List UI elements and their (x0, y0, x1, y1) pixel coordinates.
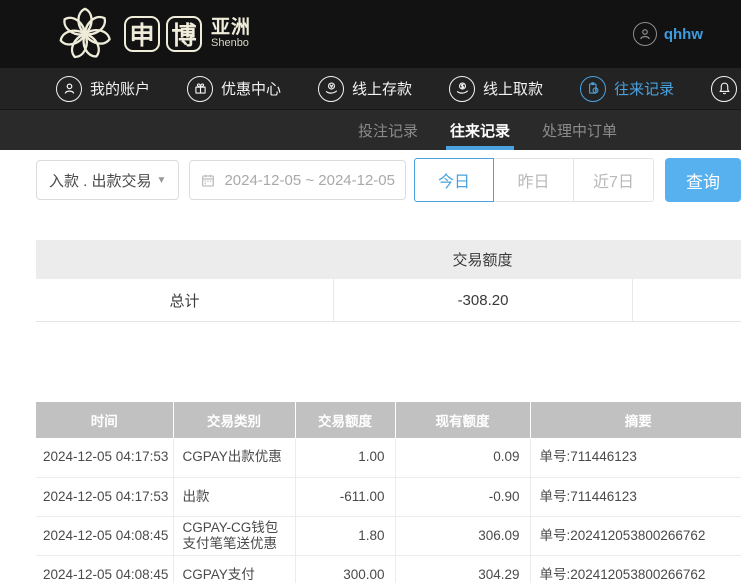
transactions-table: 时间 交易类别 交易额度 现有额度 摘要 2024-12-05 04:17:53… (36, 402, 741, 583)
col-header-summary: 摘要 (530, 402, 741, 438)
cell-amount: 1.80 (295, 516, 396, 556)
cell-type: CGPAY出款优惠 (173, 438, 296, 478)
logo-char-shen: 申 (124, 16, 160, 52)
nav-label: 线上取款 (483, 81, 544, 98)
page-content: 入款 . 出款交易 ▼ 2024-12-05 ~ 2024-12-05 今日 昨… (0, 158, 741, 583)
cell-summary: 单号:711446123 (530, 438, 741, 478)
bell-icon (711, 75, 738, 102)
username-text[interactable]: qhhw (664, 26, 703, 43)
main-navigation-bar: 我的账户 优惠中心 线上存款 线上取款 往来记录 (0, 68, 741, 109)
nav-item-online-deposit[interactable]: 线上存款 (318, 75, 413, 102)
logo-char-bo: 博 (166, 16, 202, 52)
yesterday-button[interactable]: 昨日 (494, 158, 574, 202)
query-button[interactable]: 查询 (665, 158, 741, 202)
cell-type: CGPAY-CG钱包支付笔笔送优惠 (173, 516, 296, 556)
transaction-type-select[interactable]: 入款 . 出款交易 ▼ (36, 160, 180, 200)
tab-processing-orders[interactable]: 处理中订单 (542, 110, 617, 150)
last7days-button[interactable]: 近7日 (574, 158, 654, 202)
col-header-time: 时间 (36, 402, 174, 438)
nav-item-promotions[interactable]: 优惠中心 (187, 75, 282, 102)
transaction-type-value: 入款 . 出款交易 (49, 172, 152, 190)
summary-header-amount-label: 交易额度 (452, 252, 513, 269)
cell-type: 出款 (173, 477, 296, 517)
account-icon (56, 75, 82, 102)
chevron-down-icon: ▼ (156, 174, 167, 186)
tab-transaction-records[interactable]: 往来记录 (446, 110, 515, 150)
col-header-type: 交易类别 (173, 402, 296, 438)
cell-balance: -0.90 (395, 477, 531, 517)
cell-type: CGPAY支付 (173, 555, 296, 583)
calendar-icon (202, 174, 215, 187)
summary-empty-cell (632, 279, 741, 321)
user-avatar-icon (632, 22, 657, 46)
cell-time: 2024-12-05 04:08:45 (36, 516, 174, 556)
cell-time: 2024-12-05 04:08:45 (36, 555, 174, 583)
col-header-amount: 交易额度 (295, 402, 396, 438)
cell-time: 2024-12-05 04:17:53 (36, 477, 174, 517)
logo-subtitle-text: Shenbo (211, 37, 249, 50)
nav-label: 我的账户 (90, 81, 151, 98)
nav-item-transaction-records[interactable]: 往来记录 (580, 75, 675, 102)
deposit-icon (318, 75, 345, 102)
table-header-row: 时间 交易类别 交易额度 现有额度 摘要 (36, 402, 741, 438)
nav-item-online-withdraw[interactable]: 线上取款 (449, 75, 544, 102)
cell-amount: 300.00 (295, 555, 396, 583)
cell-amount: 1.00 (295, 438, 396, 478)
table-row: 2024-12-05 04:08:45 CGPAY支付 300.00 304.2… (36, 555, 741, 583)
logo-region-block: 亚洲 Shenbo (211, 18, 251, 49)
gift-icon (187, 75, 214, 102)
today-button[interactable]: 今日 (414, 158, 494, 202)
summary-table: 交易额度 总计 -308.20 (36, 240, 741, 322)
filter-toolbar: 入款 . 出款交易 ▼ 2024-12-05 ~ 2024-12-05 今日 昨… (36, 158, 741, 202)
tab-betting-records[interactable]: 投注记录 (358, 110, 418, 150)
nav-label: 线上存款 (352, 81, 413, 98)
summary-total-label: 总计 (169, 292, 200, 310)
col-header-balance: 现有额度 (395, 402, 531, 438)
quick-date-button-group: 今日 昨日 近7日 (414, 158, 654, 202)
flower-logo-icon (59, 7, 111, 59)
date-range-input[interactable]: 2024-12-05 ~ 2024-12-05 (189, 160, 406, 200)
nav-label: 优惠中心 (221, 81, 282, 98)
cell-balance: 0.09 (395, 438, 531, 478)
date-range-value: 2024-12-05 ~ 2024-12-05 (224, 171, 395, 189)
logo-region-text: 亚洲 (211, 17, 252, 39)
table-row: 2024-12-05 04:17:53 出款 -611.00 -0.90 单号:… (36, 477, 741, 517)
cell-summary: 单号:202412053800266762 (530, 555, 741, 583)
cell-amount: -611.00 (295, 477, 396, 517)
summary-total-row: 总计 -308.20 (36, 279, 741, 322)
user-account-area[interactable]: qhhw (632, 22, 703, 46)
nav-item-my-account[interactable]: 我的账户 (56, 75, 151, 102)
cell-summary: 单号:711446123 (530, 477, 741, 517)
cell-time: 2024-12-05 04:17:53 (36, 438, 174, 478)
records-icon (580, 75, 607, 102)
site-logo[interactable]: 申 博 亚洲 Shenbo (56, 5, 251, 63)
table-row: 2024-12-05 04:08:45 CGPAY-CG钱包支付笔笔送优惠 1.… (36, 516, 741, 556)
records-tab-bar: 投注记录 往来记录 处理中订单 (0, 109, 741, 150)
withdraw-icon (449, 75, 476, 102)
nav-item-messages[interactable]: 信 (711, 75, 741, 102)
nav-label: 往来记录 (614, 81, 675, 98)
summary-total-value: -308.20 (333, 279, 632, 321)
summary-header-row: 交易额度 (36, 240, 741, 279)
top-header-bar: 申 博 亚洲 Shenbo qhhw (0, 0, 741, 68)
cell-balance: 304.29 (395, 555, 531, 583)
cell-summary: 单号:202412053800266762 (530, 516, 741, 556)
cell-balance: 306.09 (395, 516, 531, 556)
table-row: 2024-12-05 04:17:53 CGPAY出款优惠 1.00 0.09 … (36, 438, 741, 478)
